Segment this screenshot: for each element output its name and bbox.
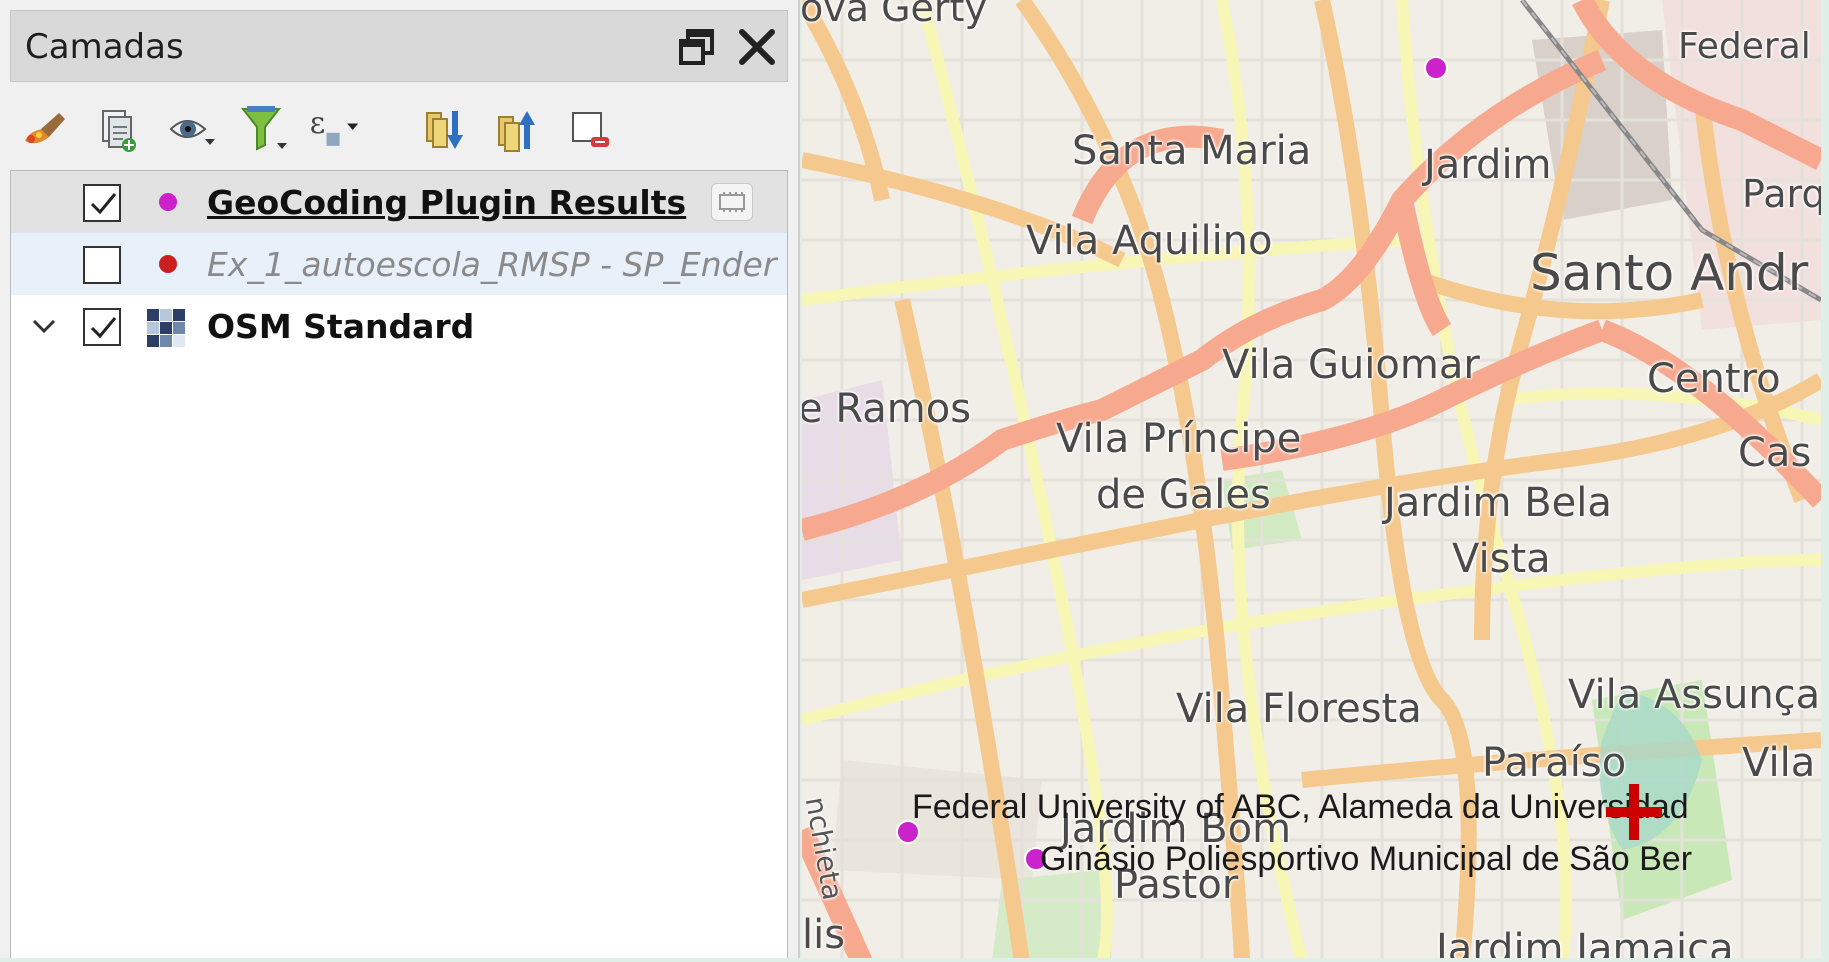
layer-visibility-checkbox[interactable]	[83, 246, 121, 284]
close-icon[interactable]	[735, 25, 779, 69]
style-manager-icon[interactable]	[16, 102, 72, 158]
map-place-label: Vila Aquilino	[1026, 218, 1273, 264]
map-place-label: Vila Assunça	[1568, 672, 1821, 718]
expand-all-icon[interactable]	[418, 102, 474, 158]
point-symbol-icon	[159, 193, 177, 211]
add-group-icon[interactable]	[90, 102, 146, 158]
map-place-label: Federal	[1678, 26, 1811, 67]
map-place-label: Jardim Bela	[1384, 480, 1612, 526]
map-place-label: lis	[802, 912, 846, 958]
map-place-label: Vista	[1452, 536, 1551, 582]
layer-label: Ex_1_autoescola_RMSP - SP_Ender	[207, 245, 777, 284]
geocode-result-label: Ginásio Poliesportivo Municipal de São B…	[1040, 840, 1693, 878]
layer-label: GeoCoding Plugin Results	[207, 183, 687, 222]
svg-text:ε: ε	[310, 106, 325, 141]
geocode-result-label: Federal University of ABC, Alameda da Un…	[912, 788, 1689, 826]
layer-visibility-checkbox[interactable]	[83, 184, 121, 222]
map-place-label: Centro	[1647, 356, 1781, 402]
map-place-label: Vila Príncipe	[1056, 416, 1302, 462]
float-icon[interactable]	[675, 25, 719, 69]
crosshair-icon	[1602, 780, 1666, 844]
map-place-label: Santa Maria	[1072, 128, 1312, 174]
map-place-label: Parq	[1742, 172, 1821, 216]
map-place-label: Jardim Jamaica	[1436, 926, 1734, 962]
layer-visibility-checkbox[interactable]	[83, 308, 121, 346]
map-place-label: Cas	[1738, 430, 1812, 476]
layer-row-autoescola[interactable]: Ex_1_autoescola_RMSP - SP_Ender	[11, 233, 787, 295]
map-place-label: Santo Andr	[1530, 244, 1809, 302]
raster-layer-icon	[147, 309, 185, 347]
filter-legend-icon[interactable]	[236, 102, 292, 158]
collapse-all-icon[interactable]	[490, 102, 546, 158]
map-place-label: de Gales	[1096, 472, 1271, 518]
map-place-label: Vila Guiomar	[1222, 342, 1480, 388]
map-place-label: Jardim	[1424, 142, 1552, 188]
chevron-down-icon[interactable]	[29, 311, 59, 341]
layer-label: OSM Standard	[207, 307, 475, 346]
geocode-point[interactable]	[1424, 56, 1448, 80]
layers-panel: Camadas ε GeoCoding Plugin Results Ex_1_…	[0, 0, 800, 962]
layer-row-osm[interactable]: OSM Standard	[11, 295, 787, 357]
point-symbol-icon	[159, 255, 177, 273]
layers-toolbar: ε	[10, 94, 788, 166]
layer-tree: GeoCoding Plugin Results Ex_1_autoescola…	[10, 170, 788, 962]
map-place-label: ova Gerty	[802, 0, 987, 30]
manage-visibility-icon[interactable]	[164, 102, 220, 158]
panel-title-bar: Camadas	[10, 10, 788, 82]
remove-layer-icon[interactable]	[562, 102, 618, 158]
panel-title: Camadas	[25, 27, 184, 67]
indicator-icon[interactable]	[711, 183, 753, 221]
filter-expression-icon[interactable]: ε	[306, 102, 362, 158]
map-place-label: Vila	[1742, 740, 1816, 786]
map-place-label: e Ramos	[802, 386, 972, 432]
window-frame-edge	[1821, 0, 1829, 962]
map-place-label: Vila Floresta	[1176, 686, 1422, 732]
window-frame-edge	[0, 958, 1829, 962]
layer-row-geocoding[interactable]: GeoCoding Plugin Results	[11, 171, 787, 233]
map-canvas[interactable]: ova Gerty Federal Santa Maria Jardim Par…	[802, 0, 1821, 962]
